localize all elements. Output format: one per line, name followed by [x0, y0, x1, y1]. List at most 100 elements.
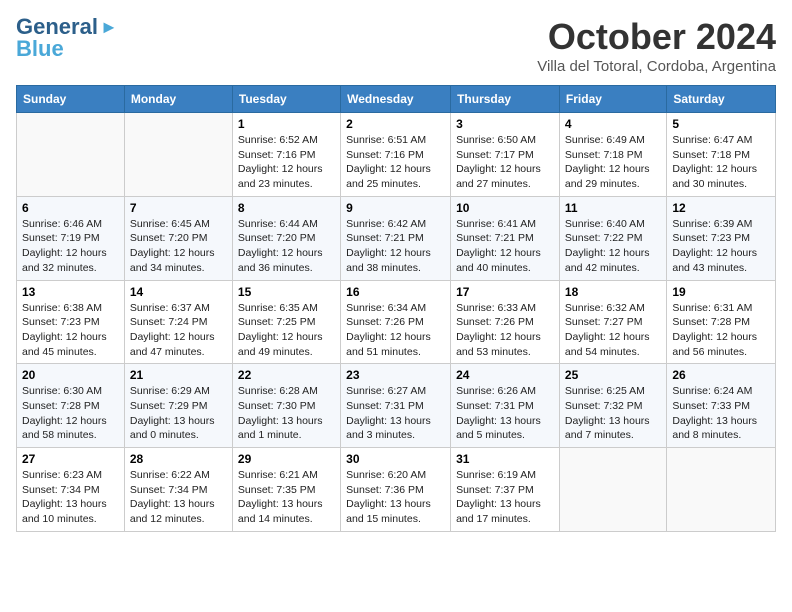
- day-number: 6: [22, 201, 119, 215]
- location-subtitle: Villa del Totoral, Cordoba, Argentina: [537, 58, 776, 75]
- day-number: 14: [130, 285, 227, 299]
- calendar-cell: 15Sunrise: 6:35 AM Sunset: 7:25 PM Dayli…: [232, 280, 340, 364]
- day-number: 29: [238, 452, 335, 466]
- day-info: Sunrise: 6:42 AM Sunset: 7:21 PM Dayligh…: [346, 217, 445, 276]
- calendar-cell: 12 Sunrise: 6:39 AM Sunset: 7:23 PM Dayli…: [667, 196, 776, 280]
- day-number: 8: [238, 201, 335, 215]
- calendar-cell: 1Sunrise: 6:52 AM Sunset: 7:16 PM Daylig…: [232, 113, 340, 197]
- day-number: 9: [346, 201, 445, 215]
- day-number: 13: [22, 285, 119, 299]
- month-title: October 2024: [537, 16, 776, 58]
- day-number: 28: [130, 452, 227, 466]
- day-header-friday: Friday: [559, 86, 666, 113]
- logo-text-general: General: [16, 16, 98, 38]
- logo: General ► Blue: [16, 16, 118, 60]
- day-number: 24: [456, 368, 554, 382]
- day-info: Sunrise: 6:26 AM Sunset: 7:31 PM Dayligh…: [456, 384, 554, 443]
- day-info: Sunrise: 6:19 AM Sunset: 7:37 PM Dayligh…: [456, 468, 554, 527]
- calendar-cell: 24 Sunrise: 6:26 AM Sunset: 7:31 PM Dayli…: [451, 364, 560, 448]
- logo-text-blue: Blue: [16, 38, 64, 60]
- day-info: Sunrise: 6:39 AM Sunset: 7:23 PM Dayligh…: [672, 217, 770, 276]
- calendar-table: SundayMondayTuesdayWednesdayThursdayFrid…: [16, 85, 776, 532]
- day-info: Sunrise: 6:21 AM Sunset: 7:35 PM Dayligh…: [238, 468, 335, 527]
- day-info: Sunrise: 6:51 AM Sunset: 7:16 PM Dayligh…: [346, 133, 445, 192]
- calendar-cell: 2 Sunrise: 6:51 AM Sunset: 7:16 PM Daylig…: [341, 113, 451, 197]
- calendar-cell: 6 Sunrise: 6:46 AM Sunset: 7:19 PM Daylig…: [17, 196, 125, 280]
- calendar-cell: 25Sunrise: 6:25 AM Sunset: 7:32 PM Dayli…: [559, 364, 666, 448]
- calendar-cell: 11Sunrise: 6:40 AM Sunset: 7:22 PM Dayli…: [559, 196, 666, 280]
- day-number: 16: [346, 285, 445, 299]
- day-number: 19: [672, 285, 770, 299]
- calendar-cell: 3 Sunrise: 6:50 AM Sunset: 7:17 PM Daylig…: [451, 113, 560, 197]
- day-info: Sunrise: 6:33 AM Sunset: 7:26 PM Dayligh…: [456, 301, 554, 360]
- day-header-monday: Monday: [124, 86, 232, 113]
- day-info: Sunrise: 6:25 AM Sunset: 7:32 PM Dayligh…: [565, 384, 661, 443]
- day-info: Sunrise: 6:29 AM Sunset: 7:29 PM Dayligh…: [130, 384, 227, 443]
- calendar-cell: 18Sunrise: 6:32 AM Sunset: 7:27 PM Dayli…: [559, 280, 666, 364]
- calendar-cell: [667, 448, 776, 532]
- day-info: Sunrise: 6:46 AM Sunset: 7:19 PM Dayligh…: [22, 217, 119, 276]
- calendar-week-row: 20 Sunrise: 6:30 AM Sunset: 7:28 PM Dayli…: [17, 364, 776, 448]
- calendar-cell: 14 Sunrise: 6:37 AM Sunset: 7:24 PM Dayli…: [124, 280, 232, 364]
- day-info: Sunrise: 6:31 AM Sunset: 7:28 PM Dayligh…: [672, 301, 770, 360]
- day-number: 27: [22, 452, 119, 466]
- calendar-cell: 10Sunrise: 6:41 AM Sunset: 7:21 PM Dayli…: [451, 196, 560, 280]
- day-header-tuesday: Tuesday: [232, 86, 340, 113]
- day-number: 26: [672, 368, 770, 382]
- day-number: 12: [672, 201, 770, 215]
- calendar-cell: 31Sunrise: 6:19 AM Sunset: 7:37 PM Dayli…: [451, 448, 560, 532]
- calendar-cell: 17Sunrise: 6:33 AM Sunset: 7:26 PM Dayli…: [451, 280, 560, 364]
- day-number: 5: [672, 117, 770, 131]
- calendar-cell: 16Sunrise: 6:34 AM Sunset: 7:26 PM Dayli…: [341, 280, 451, 364]
- title-section: October 2024 Villa del Totoral, Cordoba,…: [537, 16, 776, 75]
- day-info: Sunrise: 6:28 AM Sunset: 7:30 PM Dayligh…: [238, 384, 335, 443]
- day-number: 7: [130, 201, 227, 215]
- calendar-cell: 21 Sunrise: 6:29 AM Sunset: 7:29 PM Dayli…: [124, 364, 232, 448]
- day-number: 15: [238, 285, 335, 299]
- day-info: Sunrise: 6:49 AM Sunset: 7:18 PM Dayligh…: [565, 133, 661, 192]
- day-number: 3: [456, 117, 554, 131]
- calendar-cell: 7Sunrise: 6:45 AM Sunset: 7:20 PM Daylig…: [124, 196, 232, 280]
- calendar-week-row: 6 Sunrise: 6:46 AM Sunset: 7:19 PM Daylig…: [17, 196, 776, 280]
- day-info: Sunrise: 6:24 AM Sunset: 7:33 PM Dayligh…: [672, 384, 770, 443]
- calendar-cell: 9 Sunrise: 6:42 AM Sunset: 7:21 PM Daylig…: [341, 196, 451, 280]
- day-info: Sunrise: 6:44 AM Sunset: 7:20 PM Dayligh…: [238, 217, 335, 276]
- day-info: Sunrise: 6:23 AM Sunset: 7:34 PM Dayligh…: [22, 468, 119, 527]
- calendar-cell: 27 Sunrise: 6:23 AM Sunset: 7:34 PM Dayli…: [17, 448, 125, 532]
- day-info: Sunrise: 6:30 AM Sunset: 7:28 PM Dayligh…: [22, 384, 119, 443]
- day-header-thursday: Thursday: [451, 86, 560, 113]
- day-number: 30: [346, 452, 445, 466]
- day-number: 1: [238, 117, 335, 131]
- calendar-cell: 8 Sunrise: 6:44 AM Sunset: 7:20 PM Daylig…: [232, 196, 340, 280]
- day-info: Sunrise: 6:20 AM Sunset: 7:36 PM Dayligh…: [346, 468, 445, 527]
- day-header-sunday: Sunday: [17, 86, 125, 113]
- day-number: 4: [565, 117, 661, 131]
- day-number: 2: [346, 117, 445, 131]
- calendar-cell: 28Sunrise: 6:22 AM Sunset: 7:34 PM Dayli…: [124, 448, 232, 532]
- calendar-cell: 4 Sunrise: 6:49 AM Sunset: 7:18 PM Daylig…: [559, 113, 666, 197]
- day-number: 11: [565, 201, 661, 215]
- day-info: Sunrise: 6:38 AM Sunset: 7:23 PM Dayligh…: [22, 301, 119, 360]
- day-header-wednesday: Wednesday: [341, 86, 451, 113]
- day-number: 20: [22, 368, 119, 382]
- calendar-week-row: 13 Sunrise: 6:38 AM Sunset: 7:23 PM Dayli…: [17, 280, 776, 364]
- calendar-week-row: 1Sunrise: 6:52 AM Sunset: 7:16 PM Daylig…: [17, 113, 776, 197]
- day-info: Sunrise: 6:37 AM Sunset: 7:24 PM Dayligh…: [130, 301, 227, 360]
- calendar-cell: 29 Sunrise: 6:21 AM Sunset: 7:35 PM Dayli…: [232, 448, 340, 532]
- calendar-cell: 19 Sunrise: 6:31 AM Sunset: 7:28 PM Dayli…: [667, 280, 776, 364]
- day-info: Sunrise: 6:41 AM Sunset: 7:21 PM Dayligh…: [456, 217, 554, 276]
- calendar-cell: 23Sunrise: 6:27 AM Sunset: 7:31 PM Dayli…: [341, 364, 451, 448]
- day-info: Sunrise: 6:50 AM Sunset: 7:17 PM Dayligh…: [456, 133, 554, 192]
- calendar-cell: 26 Sunrise: 6:24 AM Sunset: 7:33 PM Dayli…: [667, 364, 776, 448]
- day-number: 21: [130, 368, 227, 382]
- calendar-cell: [17, 113, 125, 197]
- day-number: 22: [238, 368, 335, 382]
- calendar-cell: 20 Sunrise: 6:30 AM Sunset: 7:28 PM Dayli…: [17, 364, 125, 448]
- logo-bird-icon: ►: [100, 17, 118, 38]
- day-info: Sunrise: 6:32 AM Sunset: 7:27 PM Dayligh…: [565, 301, 661, 360]
- day-number: 23: [346, 368, 445, 382]
- calendar-cell: [124, 113, 232, 197]
- calendar-cell: [559, 448, 666, 532]
- calendar-cell: 13 Sunrise: 6:38 AM Sunset: 7:23 PM Dayli…: [17, 280, 125, 364]
- calendar-week-row: 27 Sunrise: 6:23 AM Sunset: 7:34 PM Dayli…: [17, 448, 776, 532]
